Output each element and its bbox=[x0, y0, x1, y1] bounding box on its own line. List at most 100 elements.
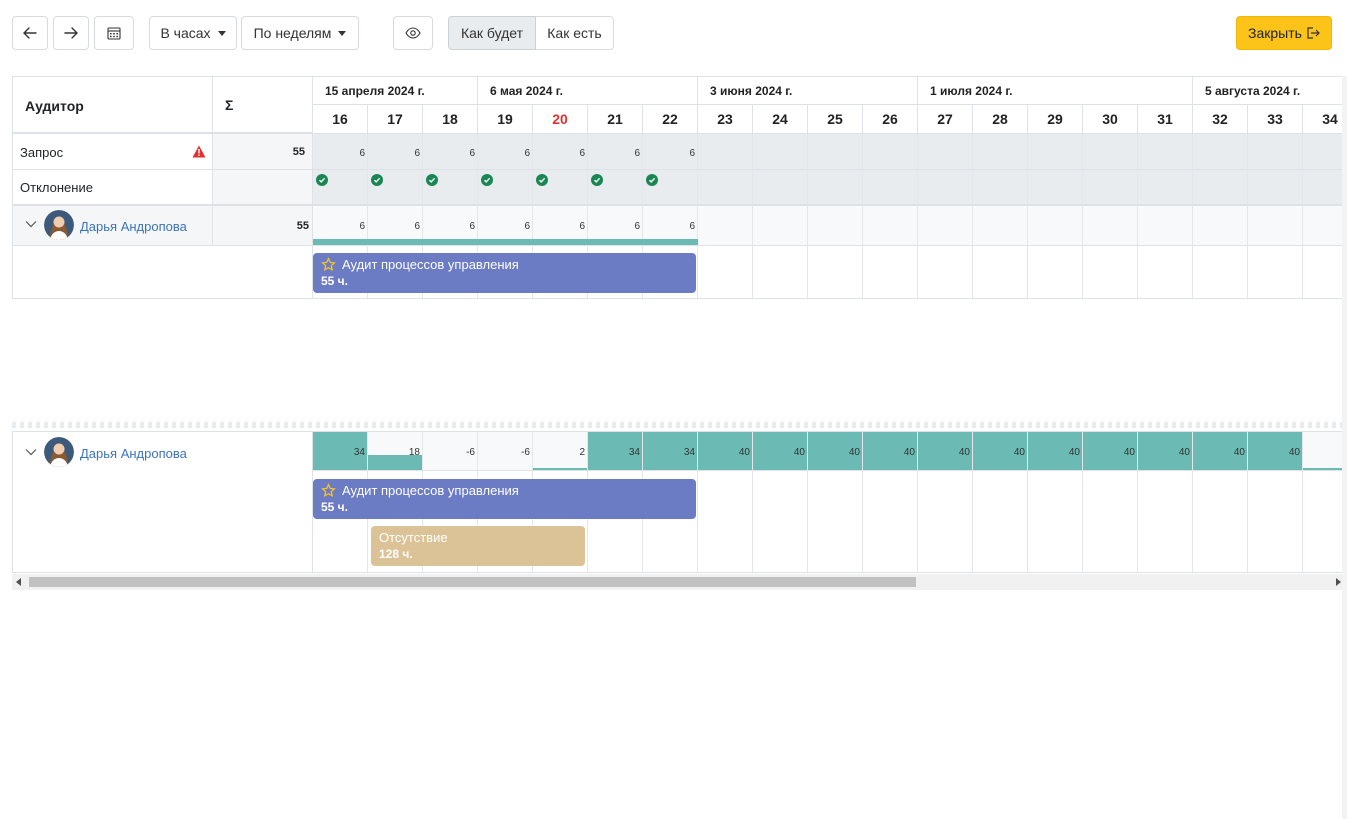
load-cell: 40 bbox=[1138, 432, 1192, 470]
week-column-header: 33 bbox=[1248, 105, 1303, 135]
week-column-header: 21 bbox=[588, 105, 643, 135]
units-dropdown[interactable]: В часах bbox=[149, 16, 237, 50]
week-column-header: 24 bbox=[753, 105, 808, 135]
chevron-down-icon[interactable] bbox=[25, 448, 37, 456]
load-cell: 34 bbox=[588, 432, 642, 470]
view-fact-toggle[interactable]: Как есть bbox=[536, 16, 614, 50]
period-dropdown-label: По неделям bbox=[253, 25, 332, 41]
load-cell: 2 bbox=[533, 432, 587, 470]
load-value: 34 bbox=[683, 447, 695, 458]
load-value: 40 bbox=[1123, 447, 1135, 458]
caret-down-icon bbox=[338, 30, 347, 36]
avatar bbox=[44, 437, 74, 467]
auditor-name-link[interactable]: Дарья Андропова bbox=[80, 219, 187, 234]
view-plan-toggle[interactable]: Как будет bbox=[448, 16, 536, 50]
close-button[interactable]: Закрыть bbox=[1236, 16, 1332, 50]
request-row-label: Запрос bbox=[20, 145, 64, 160]
cell-value: 6 bbox=[469, 148, 475, 159]
vertical-scrollbar[interactable] bbox=[1342, 76, 1347, 819]
sum-header: Σ bbox=[225, 97, 234, 113]
load-cell: 40 bbox=[1028, 432, 1082, 470]
load-value: 40 bbox=[1068, 447, 1080, 458]
caret-down-icon bbox=[217, 30, 226, 36]
view-fact-label: Как есть bbox=[547, 25, 602, 41]
check-circle-icon bbox=[646, 174, 658, 186]
load-fill bbox=[533, 468, 587, 470]
auditor-name-link[interactable]: Дарья Андропова bbox=[80, 446, 187, 461]
load-value: 40 bbox=[1288, 447, 1300, 458]
cell-value: 6 bbox=[469, 221, 475, 232]
week-column-header: 28 bbox=[973, 105, 1028, 135]
cell-value: 6 bbox=[689, 148, 695, 159]
units-dropdown-label: В часах bbox=[160, 25, 211, 41]
close-label: Закрыть bbox=[1248, 25, 1302, 41]
task-bar[interactable]: Аудит процессов управления 55 ч. bbox=[313, 479, 696, 519]
cell-value: 6 bbox=[414, 221, 420, 232]
load-value: 40 bbox=[1178, 447, 1190, 458]
auditor-load-bar bbox=[313, 239, 698, 245]
cell-value: 6 bbox=[524, 221, 530, 232]
scroll-right-icon[interactable] bbox=[1336, 578, 1341, 586]
arrow-right-icon bbox=[64, 27, 78, 39]
load-cell: 40 bbox=[863, 432, 917, 470]
cell-value: 6 bbox=[524, 148, 530, 159]
back-button[interactable] bbox=[12, 16, 48, 50]
auditor-sum: 55 bbox=[296, 220, 309, 232]
timeline-header: 15 апреля 2024 г. 6 мая 2024 г. 3 июня 2… bbox=[313, 76, 1347, 135]
check-circle-icon bbox=[426, 174, 438, 186]
visibility-button[interactable] bbox=[393, 16, 433, 50]
load-value: 40 bbox=[958, 447, 970, 458]
week-column-header: 29 bbox=[1028, 105, 1083, 135]
load-cell: 18 bbox=[368, 432, 422, 470]
week-column-header: 20 bbox=[533, 105, 588, 135]
period-dropdown[interactable]: По неделям bbox=[241, 16, 359, 50]
load-cell: -6 bbox=[478, 432, 532, 470]
cell-value: 6 bbox=[634, 148, 640, 159]
load-cell: 40 bbox=[973, 432, 1027, 470]
eye-icon bbox=[405, 27, 421, 39]
scrollbar-thumb[interactable] bbox=[29, 577, 916, 587]
forward-button[interactable] bbox=[53, 16, 89, 50]
check-circle-icon bbox=[316, 174, 328, 186]
request-sum: 55 bbox=[292, 146, 305, 158]
horizontal-scrollbar[interactable] bbox=[12, 574, 1347, 590]
absence-title: Отсутствие bbox=[379, 530, 448, 545]
task-hours: 55 ч. bbox=[321, 500, 348, 514]
avatar bbox=[44, 210, 74, 240]
arrow-left-icon bbox=[23, 27, 37, 39]
week-column-header: 22 bbox=[643, 105, 698, 135]
task-bar[interactable]: Аудит процессов управления 55 ч. bbox=[313, 253, 696, 293]
load-cell: 40 bbox=[918, 432, 972, 470]
load-cell: 40 bbox=[1083, 432, 1137, 470]
absence-bar[interactable]: Отсутствие 128 ч. bbox=[371, 526, 585, 566]
check-circle-icon bbox=[481, 174, 493, 186]
week-column-header: 31 bbox=[1138, 105, 1193, 135]
load-cell: 34 bbox=[313, 432, 367, 470]
task-hours: 55 ч. bbox=[321, 274, 348, 288]
scroll-left-icon[interactable] bbox=[16, 578, 21, 586]
load-cell: 4 bbox=[1303, 432, 1347, 470]
load-value: 40 bbox=[848, 447, 860, 458]
task-title: Аудит процессов управления bbox=[342, 483, 519, 498]
cell-value: 6 bbox=[689, 221, 695, 232]
week-column-header: 19 bbox=[478, 105, 533, 135]
check-circle-icon bbox=[591, 174, 603, 186]
calendar-button[interactable] bbox=[94, 16, 134, 50]
cell-value: 6 bbox=[359, 148, 365, 159]
chevron-down-icon[interactable] bbox=[25, 220, 37, 228]
auditor-header: Аудитор bbox=[25, 98, 84, 114]
cell-value: 6 bbox=[359, 221, 365, 232]
warning-icon bbox=[192, 145, 206, 158]
load-value: -6 bbox=[466, 447, 475, 458]
week-column-header: 27 bbox=[918, 105, 973, 135]
week-column-header: 30 bbox=[1083, 105, 1138, 135]
load-grid: Дарья Андропова 34 18 -6 -6 2 34 34 40 40 40 40 40 4… bbox=[12, 431, 1347, 573]
week-column-header: 34 bbox=[1303, 105, 1347, 135]
cell-value: 6 bbox=[579, 221, 585, 232]
week-column-header: 32 bbox=[1193, 105, 1248, 135]
load-value: 18 bbox=[408, 447, 420, 458]
month-label: 5 августа 2024 г. bbox=[1193, 77, 1347, 105]
load-fill bbox=[1303, 468, 1347, 470]
month-label: 15 апреля 2024 г. bbox=[313, 77, 478, 105]
load-value: 2 bbox=[579, 447, 585, 458]
